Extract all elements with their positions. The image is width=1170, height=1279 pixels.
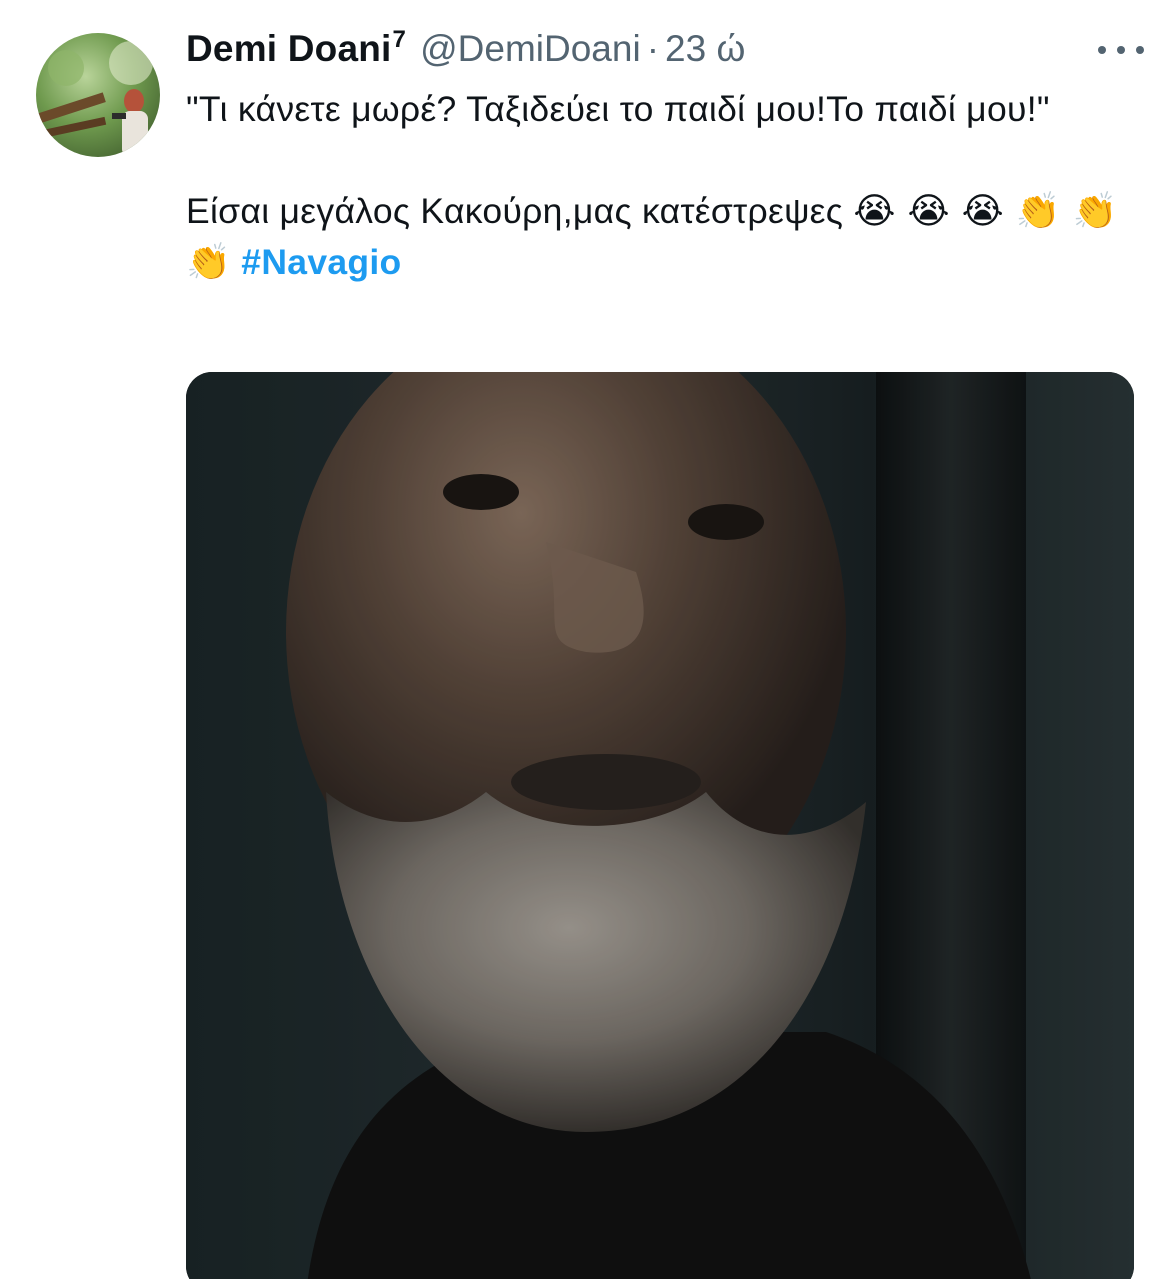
tweet-text-line-2-body: Είσαι μεγάλος Κακούρη,μας κατέστρεψες: [186, 191, 844, 231]
more-dot: [1136, 46, 1144, 54]
media-photo: [186, 372, 1134, 1279]
display-name-text[interactable]: Demi Doani: [186, 28, 392, 69]
avatar-photo: [36, 33, 160, 157]
tweet-text-line-2: Είσαι μεγάλος Κακούρη,μας κατέστρεψες 😭 …: [186, 186, 1146, 288]
handle[interactable]: @DemiDoani: [420, 28, 641, 70]
tweet-header: Demi Doani7 @DemiDoani · 23 ώ: [186, 26, 1150, 82]
separator-dot: ·: [646, 28, 660, 69]
tweet-text-line-1: "Τι κάνετε μωρέ? Ταξιδεύει το παιδί μου!…: [186, 89, 1050, 129]
hashtag-link[interactable]: #Navagio: [241, 242, 401, 282]
tweet-text: "Τι κάνετε μωρέ? Ταξιδεύει το παιδί μου!…: [186, 84, 1146, 288]
display-name[interactable]: Demi Doani7: [186, 26, 406, 70]
timestamp[interactable]: 23 ώ: [665, 28, 745, 70]
tweet-media-image[interactable]: [186, 372, 1134, 1279]
more-dot: [1098, 46, 1106, 54]
avatar[interactable]: [36, 33, 160, 157]
tweet[interactable]: Demi Doani7 @DemiDoani · 23 ώ "Τι κάνετε…: [0, 0, 1170, 1279]
more-dot: [1117, 46, 1125, 54]
more-horizontal-icon[interactable]: [1098, 36, 1144, 64]
name-badge: 7: [392, 26, 407, 53]
